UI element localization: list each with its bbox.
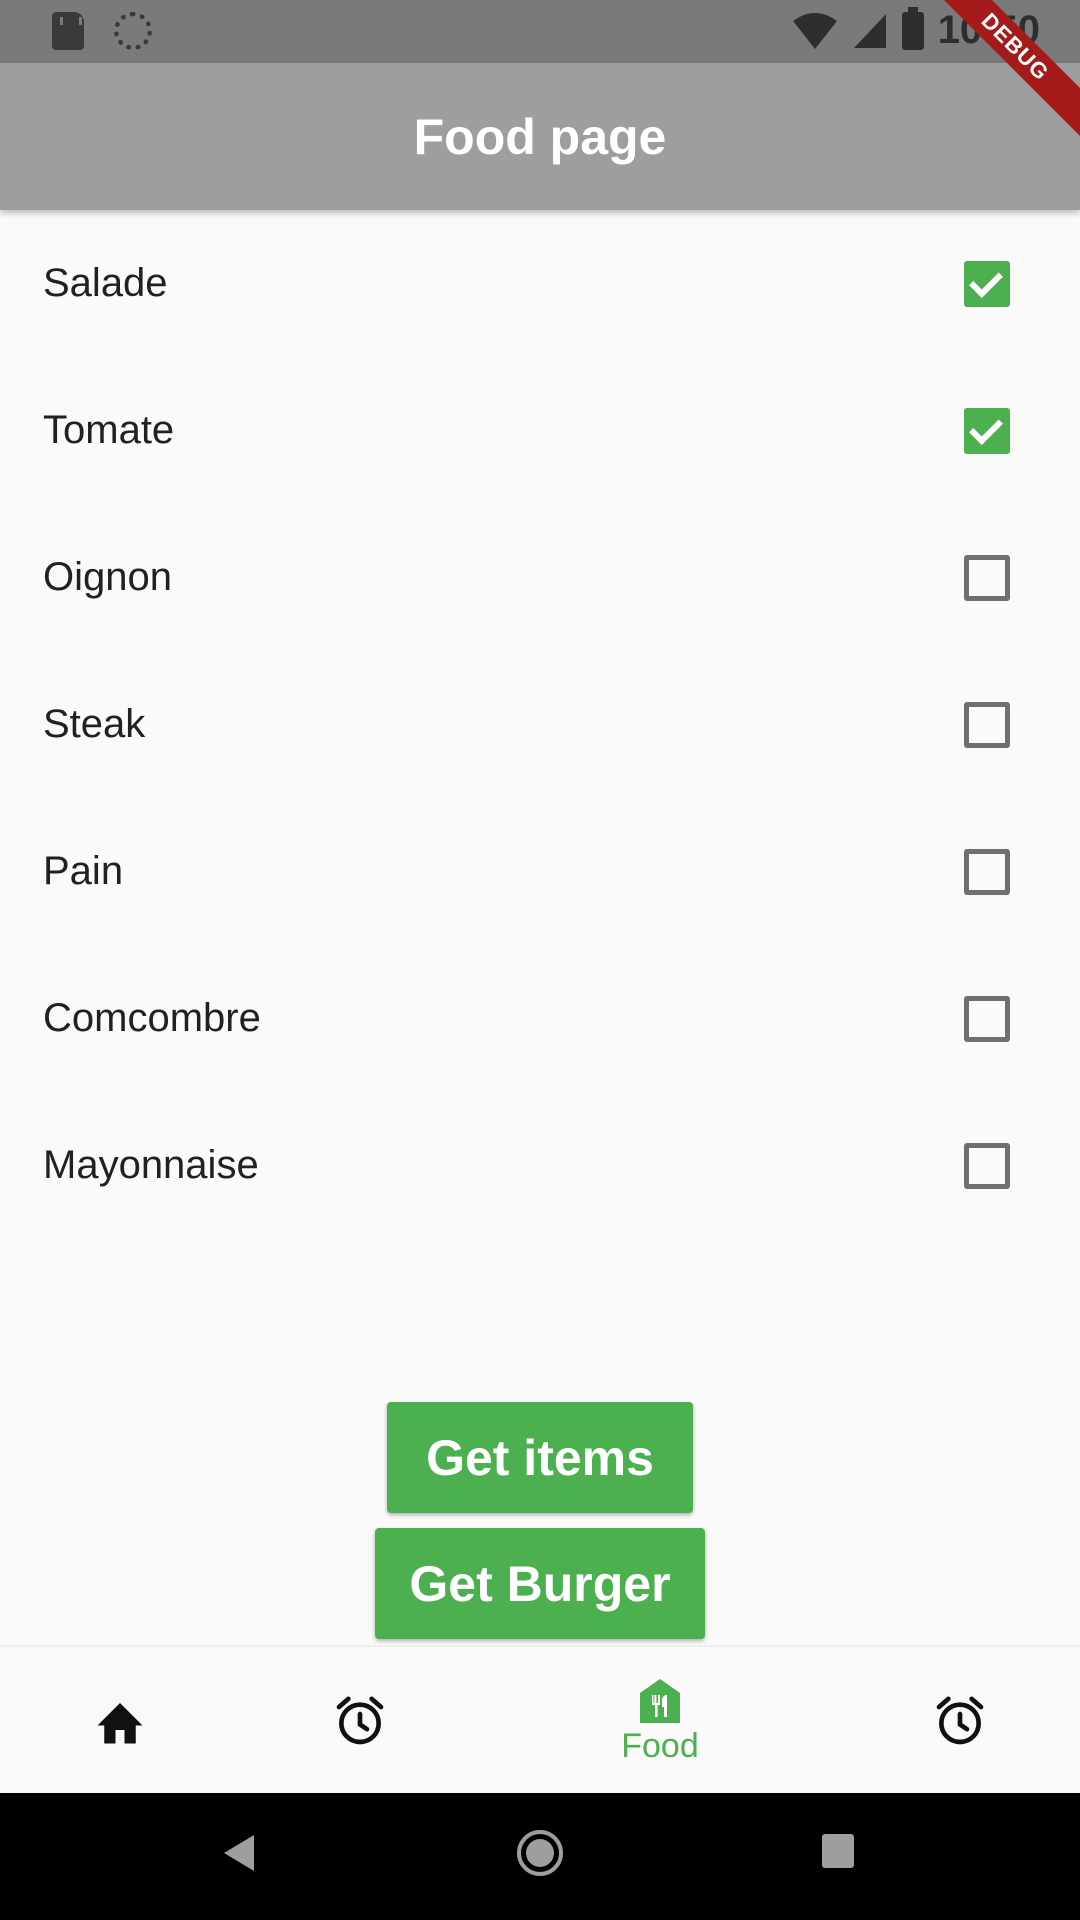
item-label: Tomate	[43, 408, 175, 452]
list-item[interactable]: Comcombre	[0, 945, 1080, 1092]
system-navigation-bar	[0, 1793, 1080, 1920]
item-label: Salade	[43, 261, 168, 305]
battery-icon	[901, 6, 924, 50]
item-checkbox[interactable]	[964, 407, 1010, 454]
recents-icon[interactable]	[821, 1833, 855, 1869]
list-item[interactable]: Steak	[0, 651, 1080, 798]
item-label: Steak	[43, 702, 146, 746]
home-icon	[97, 1703, 143, 1744]
home-circle-icon[interactable]	[516, 1829, 564, 1877]
nav-item-food-label: Food	[621, 1726, 699, 1765]
nav-item-food[interactable]: Food	[580, 1647, 740, 1795]
nav-item-alarm[interactable]	[300, 1647, 420, 1795]
status-bar: 10:50	[0, 0, 1080, 63]
food-list: Salade Tomate Oignon Steak Pain Comcombr…	[0, 210, 1080, 1239]
wifi-icon	[792, 12, 837, 49]
sync-icon	[114, 12, 152, 50]
list-item[interactable]: Mayonnaise	[0, 1092, 1080, 1239]
nav-item-alarm-2[interactable]	[900, 1647, 1020, 1795]
list-item[interactable]: Oignon	[0, 504, 1080, 651]
item-checkbox[interactable]	[964, 1142, 1010, 1189]
alarm-icon	[936, 1696, 984, 1745]
alarm-icon	[336, 1696, 384, 1745]
item-label: Mayonnaise	[43, 1143, 259, 1187]
back-icon[interactable]	[222, 1833, 256, 1873]
item-checkbox[interactable]	[964, 554, 1010, 601]
get-burger-button[interactable]: Get Burger	[375, 1528, 705, 1639]
bottom-navigation: Food	[0, 1645, 1080, 1793]
list-item[interactable]: Pain	[0, 798, 1080, 945]
item-label: Comcombre	[43, 996, 261, 1040]
item-label: Pain	[43, 849, 124, 893]
item-checkbox[interactable]	[964, 848, 1010, 895]
debug-banner-label: DEBUG	[930, 0, 1080, 144]
page-title: Food page	[413, 108, 667, 165]
nav-item-home[interactable]	[60, 1647, 180, 1795]
cell-signal-icon	[853, 13, 886, 48]
list-item[interactable]: Tomate	[0, 357, 1080, 504]
list-item[interactable]: Salade	[0, 210, 1080, 357]
app-bar: Food page	[0, 63, 1080, 210]
item-checkbox[interactable]	[964, 995, 1010, 1042]
restaurant-icon	[640, 1678, 680, 1723]
debug-banner: DEBUG	[930, 0, 1080, 150]
item-checkbox[interactable]	[964, 260, 1010, 307]
sd-card-icon	[52, 12, 84, 50]
item-label: Oignon	[43, 555, 172, 599]
get-items-button[interactable]: Get items	[387, 1402, 693, 1513]
item-checkbox[interactable]	[964, 701, 1010, 748]
